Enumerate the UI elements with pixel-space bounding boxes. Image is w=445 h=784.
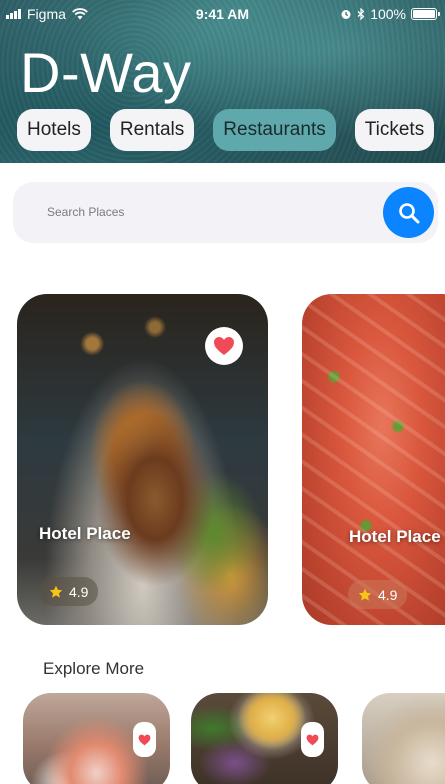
bluetooth-icon — [357, 8, 365, 20]
search-button[interactable] — [383, 187, 434, 238]
rating-badge: 4.9 — [348, 580, 408, 609]
explore-card[interactable] — [362, 693, 445, 784]
tab-label: Rentals — [119, 119, 185, 140]
card-title: Hotel Place — [39, 524, 131, 543]
featured-card[interactable]: Hotel Place 4.9 — [302, 294, 445, 625]
explore-card[interactable] — [191, 693, 338, 784]
search-bar — [13, 182, 438, 243]
rating-badge: 4.9 — [39, 577, 99, 606]
category-tabs: Hotels Rentals Restaurants Tickets — [17, 109, 435, 151]
tab-label: Tickets — [364, 119, 425, 140]
favorite-button[interactable] — [205, 327, 243, 365]
battery-percent: 100% — [370, 6, 406, 22]
tab-label: Restaurants — [223, 119, 326, 140]
star-icon — [49, 585, 63, 598]
status-bar: Figma 9:41 AM 100% — [0, 0, 445, 30]
heart-icon — [214, 337, 234, 355]
battery-icon — [411, 8, 440, 20]
tab-label: Hotels — [27, 119, 81, 140]
star-icon — [358, 588, 372, 601]
tab-tickets[interactable]: Tickets — [354, 109, 435, 151]
favorite-button[interactable] — [133, 722, 156, 757]
heart-icon — [138, 734, 151, 745]
tab-restaurants[interactable]: Restaurants — [213, 109, 336, 151]
app-title: D-Way — [20, 41, 192, 104]
favorite-button[interactable] — [301, 722, 324, 757]
rating-value: 4.9 — [69, 583, 89, 600]
featured-card[interactable]: Hotel Place 4.9 — [17, 294, 268, 625]
battery-fill — [413, 10, 435, 18]
status-right: 100% — [340, 6, 440, 22]
search-icon — [398, 202, 419, 223]
heart-icon — [306, 734, 319, 745]
explore-card[interactable] — [23, 693, 170, 784]
search-input[interactable] — [47, 200, 347, 224]
alarm-icon — [341, 10, 351, 19]
card-title: Hotel Place — [349, 527, 441, 546]
app-screen: Figma 9:41 AM 100% D-Way Hotels Rentals … — [0, 0, 445, 784]
tab-rentals[interactable]: Rentals — [109, 109, 195, 151]
rating-value: 4.9 — [378, 586, 398, 603]
explore-more-title: Explore More — [43, 659, 145, 678]
tab-hotels[interactable]: Hotels — [17, 109, 91, 151]
header: Figma 9:41 AM 100% D-Way Hotels Rentals … — [0, 0, 445, 163]
